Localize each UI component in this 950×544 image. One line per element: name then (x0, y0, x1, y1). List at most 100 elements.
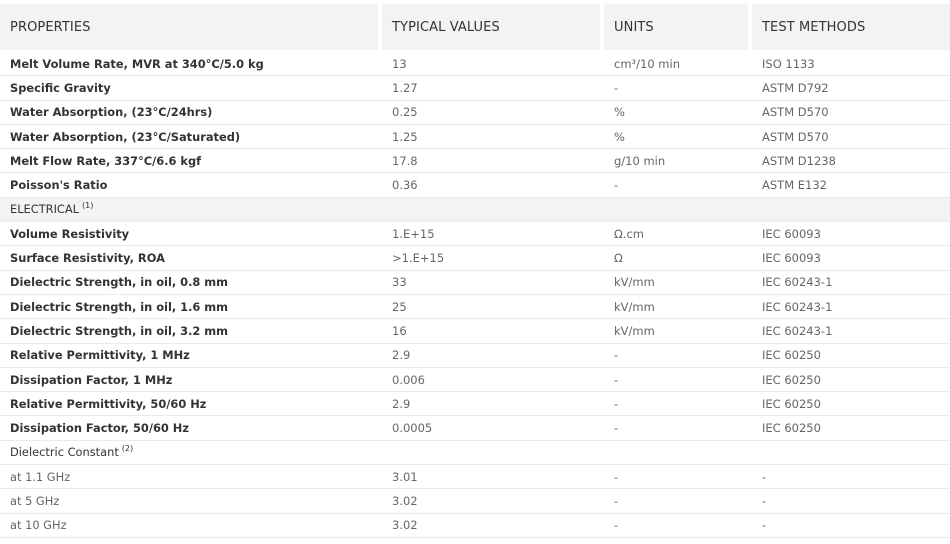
value-cell: 25 (392, 299, 407, 314)
footnote-marker: (1) (82, 200, 94, 210)
table-row: Melt Flow Rate, 337°C/6.6 kgf 17.8 g/10 … (0, 149, 950, 174)
section-title: ELECTRICAL (10, 202, 80, 217)
method-cell: ASTM D792 (762, 80, 829, 95)
property-cell: Dielectric Strength, in oil, 0.8 mm (10, 275, 229, 290)
table-row: Specific Gravity 1.27 - ASTM D792 (0, 76, 950, 101)
method-cell: IEC 60243-1 (762, 299, 833, 314)
method-cell: IEC 60250 (762, 421, 821, 436)
method-cell: IEC 60250 (762, 396, 821, 411)
value-cell: 0.006 (392, 372, 425, 387)
table-row: Dielectric Strength, in oil, 1.6 mm 25 k… (0, 295, 950, 320)
value-cell: 2.9 (392, 396, 411, 411)
subsection-label: Dielectric Constant (2) (0, 441, 378, 464)
table-row: Relative Permittivity, 1 MHz 2.9 - IEC 6… (0, 344, 950, 368)
property-cell: Water Absorption, (23°C/Saturated) (10, 129, 241, 144)
unit-cell: - (614, 396, 619, 411)
value-cell: 3.01 (392, 469, 418, 484)
properties-sheet: PROPERTIES TYPICAL VALUES UNITS TEST MET… (0, 4, 950, 544)
table-row: Dissipation Factor, 50/60 Hz 0.0005 - IE… (0, 416, 950, 441)
section-row-electrical: ELECTRICAL (1) (0, 197, 950, 223)
method-cell: IEC 60243-1 (762, 275, 833, 290)
unit-cell: % (614, 129, 625, 144)
property-cell: Dielectric Strength, in oil, 1.6 mm (10, 299, 229, 314)
unit-cell: % (614, 105, 625, 120)
method-cell: - (762, 493, 767, 508)
method-cell: ASTM D570 (762, 129, 829, 144)
method-cell: ASTM E132 (762, 178, 827, 193)
value-cell: 3.02 (392, 493, 418, 508)
subsection-row-dielectric-constant: Dielectric Constant (2) (0, 440, 950, 466)
table-row: at 10 GHz 3.02 - - (0, 514, 950, 538)
value-cell: 1.E+15 (392, 226, 435, 241)
method-cell: - (762, 469, 767, 484)
footnote-marker: (2) (121, 443, 134, 453)
table-row: Melt Volume Rate, MVR at 340°C/5.0 kg 13… (0, 52, 950, 77)
unit-cell: kV/mm (614, 299, 655, 314)
property-cell: Relative Permittivity, 1 MHz (10, 348, 190, 363)
value-cell: 1.25 (392, 129, 418, 144)
unit-cell: - (614, 469, 619, 484)
header-units: UNITS (604, 4, 748, 50)
unit-cell: - (614, 518, 619, 533)
property-cell: Dielectric Strength, in oil, 3.2 mm (10, 323, 229, 338)
property-cell: Dissipation Factor, 50/60 Hz (10, 421, 189, 436)
table-row: Dielectric Strength, in oil, 0.8 mm 33 k… (0, 271, 950, 295)
unit-cell: - (614, 178, 619, 193)
method-cell: IEC 60093 (762, 226, 821, 241)
value-cell: 0.25 (392, 105, 418, 120)
method-cell: ASTM D1238 (762, 153, 836, 168)
value-cell: 0.0005 (392, 421, 433, 436)
value-cell: 3.02 (392, 518, 418, 533)
table-row: Surface Resistivity, ROA >1.E+15 Ω IEC 6… (0, 246, 950, 271)
property-cell: Specific Gravity (10, 80, 111, 95)
table-row: Relative Permittivity, 50/60 Hz 2.9 - IE… (0, 392, 950, 417)
table-row: Poisson's Ratio 0.36 - ASTM E132 (0, 173, 950, 198)
header-test-methods: TEST METHODS (752, 4, 950, 50)
property-cell: at 5 GHz (10, 493, 60, 508)
property-cell: Melt Volume Rate, MVR at 340°C/5.0 kg (10, 56, 264, 71)
property-cell: Surface Resistivity, ROA (10, 251, 165, 266)
method-cell: ISO 1133 (762, 56, 815, 71)
property-cell: Poisson's Ratio (10, 178, 108, 193)
unit-cell: - (614, 348, 619, 363)
value-cell: 2.9 (392, 348, 411, 363)
table-row: Water Absorption, (23°C/24hrs) 0.25 % AS… (0, 101, 950, 125)
property-cell: Melt Flow Rate, 337°C/6.6 kgf (10, 153, 202, 168)
method-cell: IEC 60250 (762, 372, 821, 387)
unit-cell: kV/mm (614, 275, 655, 290)
section-label: ELECTRICAL (1) (0, 198, 378, 221)
unit-cell: - (614, 80, 619, 95)
property-cell: Relative Permittivity, 50/60 Hz (10, 396, 207, 411)
value-cell: 16 (392, 323, 407, 338)
unit-cell: cm³/10 min (614, 56, 680, 71)
table-row: at 5 GHz 3.02 - - (0, 489, 950, 514)
method-cell: IEC 60250 (762, 348, 821, 363)
table-row: at 1.1 GHz 3.01 - - (0, 465, 950, 490)
table-row: Dielectric Strength, in oil, 3.2 mm 16 k… (0, 319, 950, 344)
value-cell: 33 (392, 275, 407, 290)
value-cell: 0.36 (392, 178, 418, 193)
unit-cell: - (614, 372, 619, 387)
header-properties: PROPERTIES (0, 4, 378, 50)
property-cell: at 10 GHz (10, 518, 67, 533)
value-cell: 17.8 (392, 153, 418, 168)
property-cell: Dissipation Factor, 1 MHz (10, 372, 173, 387)
table-row: Water Absorption, (23°C/Saturated) 1.25 … (0, 125, 950, 150)
property-cell: Water Absorption, (23°C/24hrs) (10, 105, 213, 120)
method-cell: ASTM D570 (762, 105, 829, 120)
subsection-title: Dielectric Constant (10, 445, 119, 460)
method-cell: IEC 60243-1 (762, 323, 833, 338)
unit-cell: - (614, 493, 619, 508)
table-row: Dissipation Factor, 1 MHz 0.006 - IEC 60… (0, 368, 950, 393)
table-body: Melt Volume Rate, MVR at 340°C/5.0 kg 13… (0, 52, 950, 538)
unit-cell: Ω.cm (614, 226, 644, 241)
property-cell: Volume Resistivity (10, 226, 130, 241)
value-cell: 1.27 (392, 80, 418, 95)
value-cell: >1.E+15 (392, 251, 445, 266)
table-header: PROPERTIES TYPICAL VALUES UNITS TEST MET… (0, 4, 950, 50)
method-cell: - (762, 518, 767, 533)
property-cell: at 1.1 GHz (10, 469, 71, 484)
unit-cell: - (614, 421, 619, 436)
unit-cell: Ω (614, 251, 623, 266)
header-typical-values: TYPICAL VALUES (382, 4, 600, 50)
